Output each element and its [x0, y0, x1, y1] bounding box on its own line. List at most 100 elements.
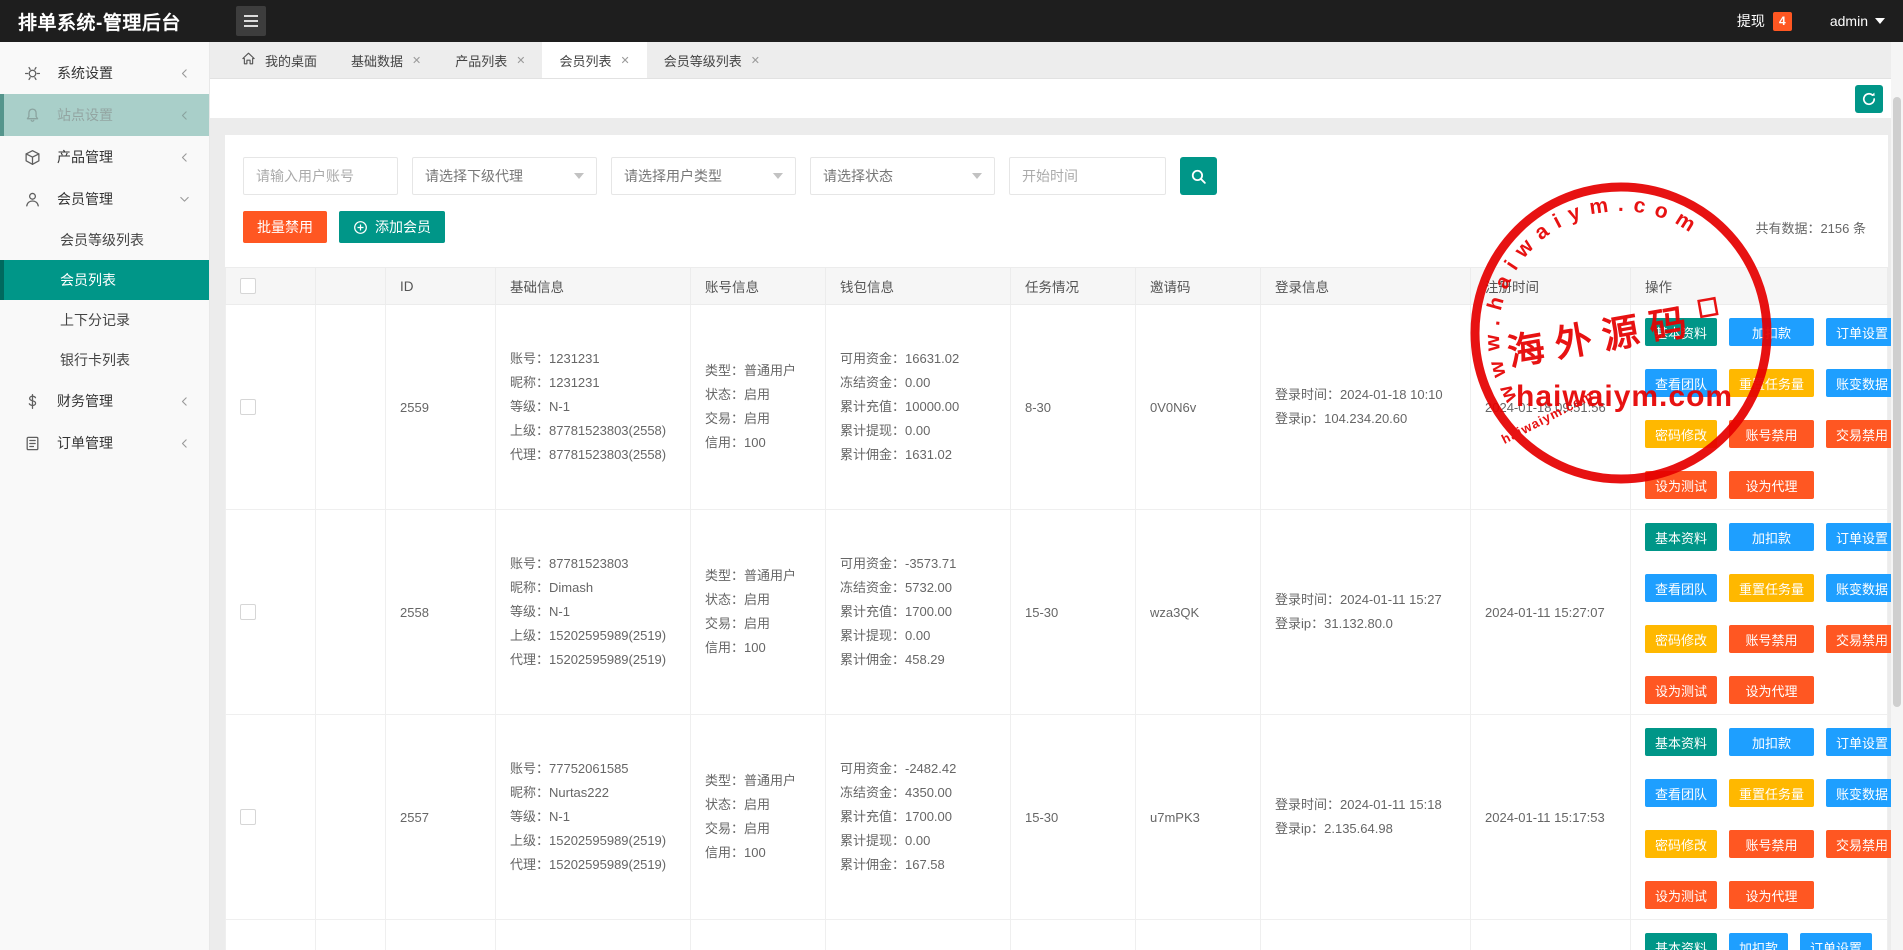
info-line: 累计佣金：458.29: [840, 648, 1010, 672]
row-action-button[interactable]: 交易禁用: [1826, 830, 1898, 858]
info-line: 上级：15202595989(2519): [510, 624, 690, 648]
agent-select[interactable]: 请选择下级代理: [412, 157, 597, 195]
row-action-button[interactable]: 订单设置: [1826, 523, 1898, 551]
row-action-button[interactable]: 加扣款: [1729, 933, 1788, 950]
tab-4[interactable]: 会员列表✕: [542, 42, 646, 78]
row-action-button[interactable]: 设为代理: [1729, 676, 1814, 704]
row-action-button[interactable]: 基本资料: [1645, 728, 1717, 756]
row-action-button[interactable]: 密码修改: [1645, 830, 1717, 858]
row-checkbox[interactable]: [240, 604, 256, 620]
row-action-button[interactable]: 设为测试: [1645, 471, 1717, 499]
column-header-label: 登录信息: [1275, 280, 1329, 295]
scrollbar-track[interactable]: [1891, 42, 1903, 950]
row-action-button[interactable]: 重置任务量: [1729, 779, 1814, 807]
tabbar: 我的桌面基础数据✕产品列表✕会员列表✕ 会员等级列表 ✕: [210, 42, 1903, 79]
tab-5[interactable]: 会员等级列表 ✕: [647, 42, 777, 78]
row-action-button[interactable]: 基本资料: [1645, 523, 1717, 551]
row-action-button[interactable]: 交易禁用: [1826, 420, 1898, 448]
close-icon[interactable]: ✕: [516, 54, 525, 67]
row-action-button[interactable]: 基本资料: [1645, 318, 1717, 346]
column-header: 操作: [1631, 268, 1888, 305]
sidebar-item-3[interactable]: 产品管理: [0, 136, 209, 178]
sidebar-subitem-3[interactable]: 上下分记录: [0, 300, 209, 340]
column-header: [316, 268, 386, 305]
row-action-button[interactable]: 账号禁用: [1729, 830, 1814, 858]
register-time-cell: 2024-01-18 09:51:56: [1471, 305, 1631, 510]
row-action-button[interactable]: 加扣款: [1729, 728, 1814, 756]
avatar-cell: [316, 920, 386, 950]
invite-code-cell: wza3QK: [1136, 510, 1261, 715]
row-action-button[interactable]: 加扣款: [1729, 318, 1814, 346]
user-type-select[interactable]: 请选择用户类型: [611, 157, 796, 195]
row-action-button[interactable]: 重置任务量: [1729, 369, 1814, 397]
box-icon: [24, 149, 41, 166]
close-icon[interactable]: ✕: [621, 54, 630, 67]
close-icon[interactable]: ✕: [751, 54, 760, 67]
row-action-button[interactable]: 账变数据: [1826, 574, 1898, 602]
row-action-button[interactable]: 订单设置: [1800, 933, 1872, 950]
row-action-button[interactable]: 账号禁用: [1729, 420, 1814, 448]
sidebar-subitem-4[interactable]: 银行卡列表: [0, 340, 209, 380]
row-action-button[interactable]: 设为测试: [1645, 676, 1717, 704]
menu-toggle-icon[interactable]: [236, 6, 266, 36]
row-action-button[interactable]: 订单设置: [1826, 318, 1898, 346]
row-action-button[interactable]: 查看团队: [1645, 779, 1717, 807]
tab-3[interactable]: 产品列表✕: [438, 42, 542, 78]
tab-2[interactable]: 基础数据✕: [334, 42, 438, 78]
row-action-button[interactable]: 重置任务量: [1729, 574, 1814, 602]
search-button[interactable]: [1180, 157, 1217, 195]
sidebar-item-1[interactable]: 系统设置: [0, 52, 209, 94]
sidebar-item-label: 站点设置: [57, 105, 178, 125]
row-action-button[interactable]: 账变数据: [1826, 369, 1898, 397]
sidebar-item-5[interactable]: 财务管理: [0, 380, 209, 422]
sidebar-subitem-1[interactable]: 会员等级列表: [0, 220, 209, 260]
select-all-checkbox[interactable]: [240, 278, 256, 294]
login-info-cell: 登录时间：2024-01-11 15:27登录ip：31.132.80.0: [1261, 510, 1471, 715]
tab-1[interactable]: 我的桌面: [224, 42, 334, 78]
toolbar: [210, 79, 1903, 118]
invite-code-cell: [1136, 920, 1261, 950]
avatar-cell: [316, 305, 386, 510]
member-id: 2558: [400, 605, 495, 620]
sidebar-item-label: 财务管理: [57, 391, 178, 411]
add-member-button[interactable]: 添加会员: [339, 211, 445, 243]
row-action-button[interactable]: 基本资料: [1645, 933, 1717, 950]
user-menu[interactable]: admin: [1830, 13, 1885, 29]
scrollbar-thumb[interactable]: [1893, 97, 1901, 707]
sidebar-item-2[interactable]: 站点设置: [0, 94, 209, 136]
invite-code: 0V0N6v: [1150, 400, 1260, 415]
wallet-info-cell: [826, 920, 1011, 950]
row-action-button[interactable]: 查看团队: [1645, 369, 1717, 397]
account-input[interactable]: [243, 157, 398, 195]
row-action-button[interactable]: 密码修改: [1645, 420, 1717, 448]
tab-label: 会员等级列表: [664, 51, 742, 70]
withdraw-link[interactable]: 提现 4: [1737, 11, 1792, 31]
row-action-button[interactable]: 查看团队: [1645, 574, 1717, 602]
close-icon[interactable]: ✕: [412, 54, 421, 67]
row-action-button[interactable]: 设为代理: [1729, 881, 1814, 909]
column-header-label: 操作: [1645, 280, 1672, 295]
row-action-button[interactable]: 账号禁用: [1729, 625, 1814, 653]
avatar-cell: [316, 715, 386, 920]
row-action-button[interactable]: 密码修改: [1645, 625, 1717, 653]
status-select[interactable]: 请选择状态: [810, 157, 995, 195]
sidebar-subitem-2[interactable]: 会员列表: [0, 260, 209, 300]
row-checkbox[interactable]: [240, 399, 256, 415]
sidebar-item-6[interactable]: 订单管理: [0, 422, 209, 464]
row-action-button[interactable]: 加扣款: [1729, 523, 1814, 551]
sidebar-item-4[interactable]: 会员管理: [0, 178, 209, 220]
task-value: 15-30: [1025, 605, 1135, 620]
start-date-input[interactable]: [1009, 157, 1166, 195]
id-cell: [386, 920, 496, 950]
row-action-button[interactable]: 订单设置: [1826, 728, 1898, 756]
row-action-button[interactable]: 账变数据: [1826, 779, 1898, 807]
tab-label: 我的桌面: [265, 51, 317, 70]
refresh-button[interactable]: [1855, 85, 1883, 113]
info-line: 类型：普通用户: [705, 359, 825, 383]
info-line: 登录时间：2024-01-11 15:27: [1275, 588, 1470, 612]
row-checkbox[interactable]: [240, 809, 256, 825]
row-action-button[interactable]: 交易禁用: [1826, 625, 1898, 653]
batch-disable-button[interactable]: 批量禁用: [243, 211, 327, 243]
row-action-button[interactable]: 设为代理: [1729, 471, 1814, 499]
row-action-button[interactable]: 设为测试: [1645, 881, 1717, 909]
